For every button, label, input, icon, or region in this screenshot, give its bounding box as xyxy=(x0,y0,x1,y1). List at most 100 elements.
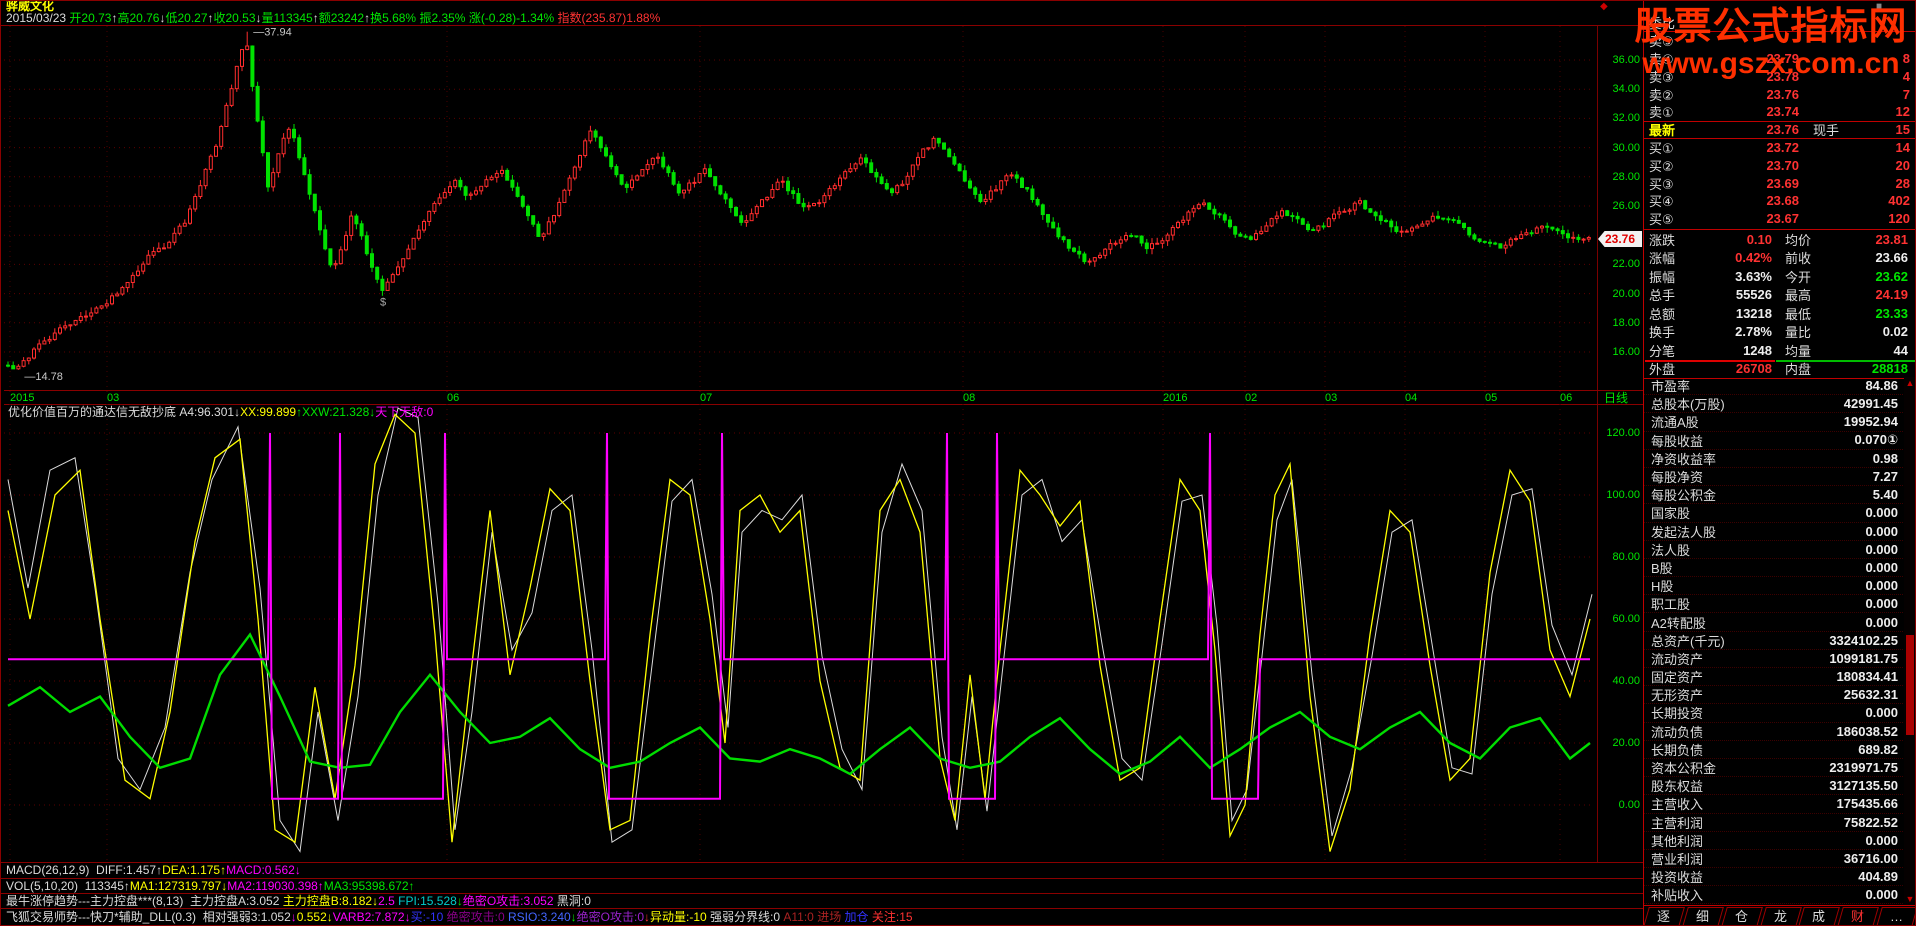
sidebar-scrollbar[interactable]: ▲ ▼ xyxy=(1904,377,1916,905)
financial-row: 资本公积金 2319971.75 xyxy=(1644,759,1903,778)
financial-row: 每股公积金 5.40 xyxy=(1644,486,1903,505)
financial-value: 180834.41 xyxy=(1836,669,1898,685)
price-axis-label: 20.00 xyxy=(1612,287,1640,300)
financial-label: 流动资产 xyxy=(1651,651,1704,667)
indicator-axis-label: 40.00 xyxy=(1612,675,1640,687)
bid-row-2[interactable]: 买② 23.70 20 xyxy=(1644,156,1916,174)
sidebar-tab-label: 财 xyxy=(1851,909,1865,924)
info-segment: 高20.76 xyxy=(117,11,160,25)
financial-value: 75822.52 xyxy=(1843,814,1898,830)
price-axis-label: 22.00 xyxy=(1612,258,1640,271)
ask-row-1[interactable]: 卖① 23.74 12 xyxy=(1644,103,1916,121)
status-segment: 进场 xyxy=(817,910,845,924)
weibi-label: 委比 xyxy=(1649,15,1676,31)
financial-row: B股 0.000 xyxy=(1644,559,1903,578)
indicator-status-row[interactable]: VOL(5,10,20) 113345↑MA1:127319.797↓MA2:1… xyxy=(0,878,1643,893)
ask-volume: 7 xyxy=(1902,86,1910,102)
status-segment: 买:-10 xyxy=(410,910,447,924)
price-axis-label: 28.00 xyxy=(1612,170,1640,183)
drawing-tool-icon[interactable]: ◆ xyxy=(1600,1,1608,12)
scroll-thumb[interactable] xyxy=(1906,635,1914,735)
status-segment: A11:0 xyxy=(783,910,818,924)
indicator-chart[interactable] xyxy=(4,404,1598,862)
status-segment: DIFF:1.457 xyxy=(96,863,157,877)
indicator-axis-label: 80.00 xyxy=(1612,551,1640,563)
candlestick-pane[interactable]: —37.94 —14.78 $ xyxy=(4,26,1598,392)
indicator-status-row[interactable]: 最牛涨停趋势---主力控盘***(8,13) 主力控盘A:3.052 主力控盘B… xyxy=(0,893,1643,908)
bid-row-1[interactable]: 买① 23.72 14 xyxy=(1644,139,1916,157)
status-segment: 强弱分界线:0 xyxy=(710,910,784,924)
financial-row: 长期投资 0.000 xyxy=(1644,704,1903,723)
xianshou-label: 现手 xyxy=(1813,123,1840,139)
weibi-row[interactable]: 委比 xyxy=(1644,14,1916,32)
financial-label: 每股净资 xyxy=(1651,470,1704,486)
status-segment: 绝密O攻击:3.052 xyxy=(462,894,557,908)
bid-label: 买② xyxy=(1649,158,1674,174)
latest-label: 最新 xyxy=(1649,123,1676,139)
info-segment: 量113345 xyxy=(261,11,313,25)
price-axis-label: 18.00 xyxy=(1612,316,1640,329)
financial-row: 每股净资 7.27 xyxy=(1644,468,1903,487)
latest-price-row[interactable]: 最新 23.76 现手 15 xyxy=(1644,120,1916,139)
financial-value: 0.000 xyxy=(1865,541,1898,557)
indicator-title-bar[interactable]: 优化价值百万的通达信无敌抄底 A4:96.301↓XX:99.899↑XXW:2… xyxy=(8,406,433,419)
financial-value: 0.000 xyxy=(1865,559,1898,575)
ask-row-5[interactable]: 卖⑤ xyxy=(1644,32,1916,50)
stat-value: 24.19 xyxy=(1875,287,1908,303)
stat-value: 0.02 xyxy=(1882,324,1908,340)
sidebar-tab-1[interactable]: 细 xyxy=(1681,907,1724,926)
bid-row-5[interactable]: 买⑤ 23.67 120 xyxy=(1644,210,1916,228)
status-segment: MACD(26,12,9) xyxy=(6,863,97,877)
indicator-status-row[interactable]: MACD(26,12,9) DIFF:1.457↑DEA:1.175↑MACD:… xyxy=(0,862,1643,878)
financial-label: 流动负债 xyxy=(1651,724,1704,740)
ask-row-4[interactable]: 卖④ 23.79 8 xyxy=(1644,50,1916,68)
financial-label: 补贴收入 xyxy=(1651,888,1704,904)
bid-row-3[interactable]: 买③ 23.69 28 xyxy=(1644,174,1916,192)
stat-label: 量比 xyxy=(1785,325,1812,341)
stat-label: 均量 xyxy=(1785,343,1812,359)
financial-value: 25632.31 xyxy=(1843,687,1898,703)
indicator-pane[interactable] xyxy=(4,404,1598,862)
financial-value: 0.000 xyxy=(1865,705,1898,721)
sidebar-tab-0[interactable]: 逐 xyxy=(1643,907,1685,926)
status-segment: 异动量:-10 xyxy=(650,910,711,924)
latest-price: 23.76 xyxy=(1766,122,1799,138)
financial-value: 0.000 xyxy=(1865,505,1898,521)
sidebar-tab-2[interactable]: 仓 xyxy=(1720,907,1763,926)
status-segment: MACD:0.562 xyxy=(226,863,295,877)
ask-volume: 12 xyxy=(1895,104,1910,120)
candlestick-chart[interactable]: —37.94 —14.78 $ xyxy=(4,26,1598,392)
scroll-down-icon[interactable]: ▼ xyxy=(1904,893,1916,905)
financial-value: 3324102.25 xyxy=(1829,632,1898,648)
ask-row-2[interactable]: 卖② 23.76 7 xyxy=(1644,85,1916,103)
financial-row: 市盈率 84.86 xyxy=(1644,377,1903,396)
financial-row: 职工股 0.000 xyxy=(1644,595,1903,614)
sidebar-tab-6[interactable]: … xyxy=(1876,907,1916,926)
status-segment: FPI:15.528 xyxy=(398,894,457,908)
sidebar-tab-5[interactable]: 财 xyxy=(1837,907,1880,926)
financial-label: 每股收益 xyxy=(1651,433,1704,449)
bid-row-4[interactable]: 买④ 23.68 402 xyxy=(1644,192,1916,210)
stat-row: 振幅 3.63% 今开 23.62 xyxy=(1644,267,1916,286)
indicator-status-row[interactable]: 飞狐交易师势---快刀*辅助_DLL(0.3) 相对强弱3:1.052↓0.55… xyxy=(0,908,1643,926)
ask-row-3[interactable]: 卖③ 23.78 4 xyxy=(1644,67,1916,85)
indicator-axis-label: 60.00 xyxy=(1612,613,1640,625)
financial-value: 0.000 xyxy=(1865,523,1898,539)
ask-price: 23.76 xyxy=(1766,86,1799,102)
financial-value: 2319971.75 xyxy=(1829,760,1898,776)
financial-row: 主营收入 175435.66 xyxy=(1644,795,1903,814)
time-axis-label: 06 xyxy=(447,392,460,404)
financial-row: H股 0.000 xyxy=(1644,577,1903,596)
stat-label: 最低 xyxy=(1785,306,1812,322)
sidebar-tab-4[interactable]: 成 xyxy=(1798,907,1841,926)
status-segment: ↑ xyxy=(408,879,415,893)
ohlc-info-bar: 2015/03/23 开20.73↑高20.76↓低20.27↑收20.53↓量… xyxy=(6,12,660,25)
stat-label: 总手 xyxy=(1649,288,1676,304)
sidebar-tab-3[interactable]: 龙 xyxy=(1759,907,1802,926)
bid-label: 买③ xyxy=(1649,176,1674,192)
stat-value: 3.63% xyxy=(1735,268,1772,284)
period-label[interactable]: 日线 xyxy=(1604,392,1628,404)
scroll-up-icon[interactable]: ▲ xyxy=(1904,377,1916,389)
status-segment: 加仓 xyxy=(844,910,872,924)
financial-label: 法人股 xyxy=(1651,542,1691,558)
